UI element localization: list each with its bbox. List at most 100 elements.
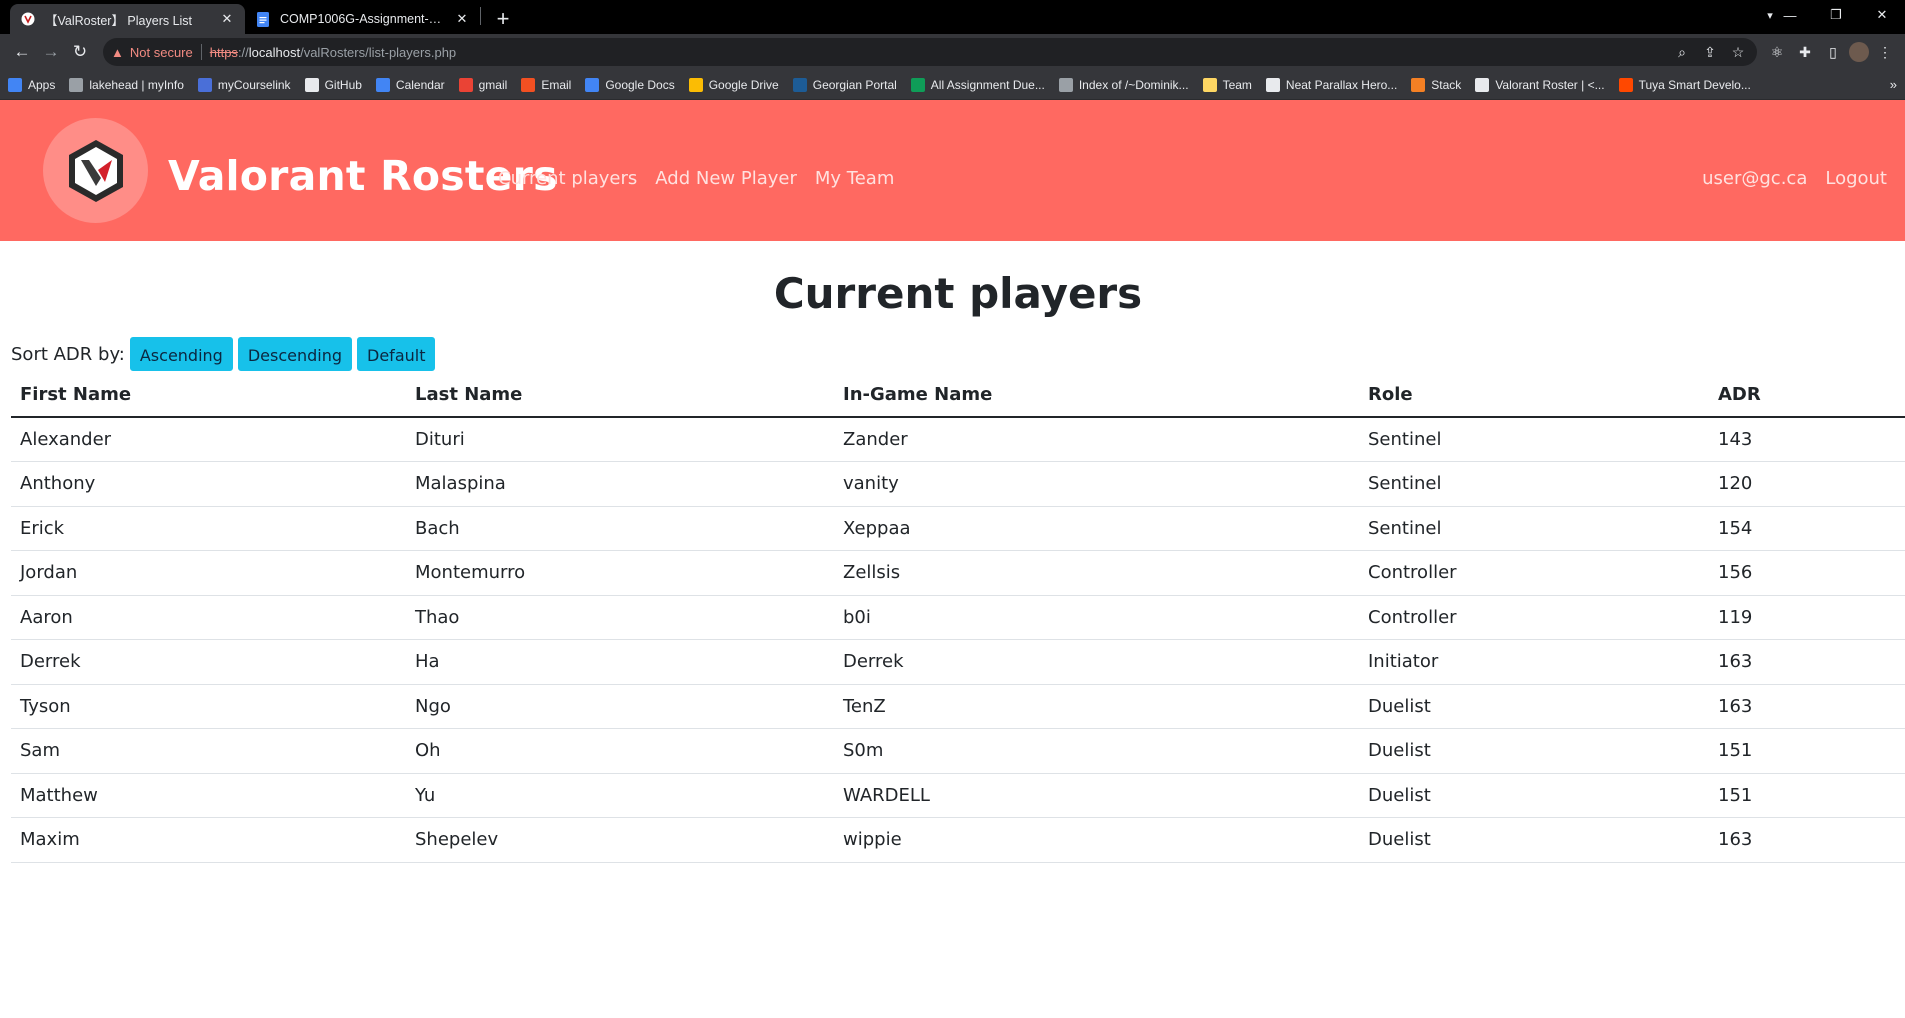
column-header-adr: ADR: [1709, 373, 1905, 418]
cell-adr: 120: [1709, 461, 1905, 507]
cell-first-name: Jordan: [11, 550, 406, 596]
bookmark-item[interactable]: Calendar: [375, 77, 445, 92]
site-header: Valorant Rosters Current players Add New…: [0, 100, 1905, 241]
logout-link[interactable]: Logout: [1825, 168, 1887, 189]
codepen-icon: [1265, 77, 1280, 92]
nav-add-new-player[interactable]: Add New Player: [655, 168, 797, 189]
profile-avatar[interactable]: [1849, 42, 1869, 62]
column-header-role: Role: [1359, 373, 1709, 418]
main-content: Current players Sort ADR by: Ascending D…: [0, 269, 1905, 863]
nav-my-team[interactable]: My Team: [815, 168, 894, 189]
side-panel-icon[interactable]: ▯: [1821, 40, 1845, 64]
new-tab-plus-icon[interactable]: +: [489, 5, 517, 33]
drive-icon: [688, 77, 703, 92]
extensions-puzzle-icon[interactable]: ✚: [1793, 40, 1817, 64]
tab-close-icon[interactable]: ✕: [454, 11, 470, 27]
bookmark-label: Calendar: [395, 77, 445, 92]
cell-last-name: Malaspina: [406, 461, 834, 507]
table-row: Erick Bach Xeppaa Sentinel 154: [11, 506, 1905, 551]
bookmark-item[interactable]: Neat Parallax Hero...: [1265, 77, 1397, 92]
address-bar[interactable]: ▲ Not secure https://localhost/valRoster…: [103, 38, 1757, 66]
bookmark-item[interactable]: myCourselink: [197, 77, 291, 92]
url-host: localhost: [248, 44, 301, 60]
bookmark-item[interactable]: Google Docs: [585, 77, 675, 92]
zoom-icon[interactable]: ⌕: [1671, 41, 1693, 63]
window-close-icon[interactable]: ✕: [1859, 0, 1905, 30]
cell-adr: 163: [1709, 639, 1905, 685]
tuya-icon: [1618, 77, 1633, 92]
cell-role: Duelist: [1359, 773, 1709, 818]
bookmark-item[interactable]: lakehead | myInfo: [69, 77, 184, 92]
players-table: First Name Last Name In-Game Name Role A…: [11, 373, 1905, 863]
tab-assignment-doc[interactable]: COMP1006G-Assignment-2-Opt ✕: [245, 4, 480, 34]
bookmarks-bar: Apps lakehead | myInfo myCourselink GitHub C…: [0, 70, 1905, 100]
bookmarks-overflow-icon[interactable]: »: [1890, 77, 1897, 92]
bookmark-label: Email: [541, 77, 572, 92]
security-status[interactable]: Not secure: [130, 45, 193, 60]
warning-triangle-icon[interactable]: ▲: [111, 45, 124, 60]
cell-first-name: Anthony: [11, 461, 406, 507]
cell-in-game-name: Zellsis: [834, 550, 1359, 596]
cell-role: Controller: [1359, 550, 1709, 596]
bookmark-item[interactable]: Google Drive: [688, 77, 779, 92]
bookmark-label: GitHub: [324, 77, 362, 92]
bookmark-item[interactable]: Apps: [8, 77, 55, 92]
site-logo[interactable]: [43, 118, 148, 223]
tab-title: 【ValRoster】 Players List: [45, 13, 193, 28]
bookmark-item[interactable]: Email: [521, 77, 572, 92]
bookmark-label: lakehead | myInfo: [89, 77, 184, 92]
google-docs-favicon-icon: [255, 11, 271, 27]
sort-descending-button[interactable]: Descending: [237, 337, 353, 371]
tab-players-list[interactable]: 【ValRoster】 Players List ✕: [10, 4, 245, 34]
bookmark-item[interactable]: Index of /~Dominik...: [1058, 77, 1189, 92]
cell-first-name: Matthew: [11, 773, 406, 818]
url-scheme: https: [209, 44, 238, 60]
cell-in-game-name: S0m: [834, 728, 1359, 774]
bookmark-item[interactable]: GitHub: [304, 77, 362, 92]
cell-adr: 163: [1709, 684, 1905, 729]
cell-last-name: Bach: [406, 506, 834, 551]
reload-icon[interactable]: ↻: [66, 38, 94, 66]
sort-default-button[interactable]: Default: [357, 337, 436, 371]
cell-first-name: Derrek: [11, 639, 406, 685]
extension-react-icon[interactable]: ⚛: [1765, 40, 1789, 64]
user-email-link[interactable]: user@gc.ca: [1702, 168, 1807, 189]
bookmark-item[interactable]: gmail: [458, 77, 507, 92]
restore-icon[interactable]: ❐: [1813, 0, 1859, 30]
cell-in-game-name: TenZ: [834, 684, 1359, 729]
cell-adr: 151: [1709, 728, 1905, 774]
tab-divider: [480, 7, 481, 25]
table-row: Derrek Ha Derrek Initiator 163: [11, 639, 1905, 685]
bookmark-item[interactable]: Stack: [1411, 77, 1461, 92]
back-arrow-icon[interactable]: ←: [8, 38, 36, 66]
minimize-icon[interactable]: —: [1767, 0, 1813, 30]
table-row: Matthew Yu WARDELL Duelist 151: [11, 773, 1905, 818]
cell-role: Sentinel: [1359, 461, 1709, 507]
menu-kebab-icon[interactable]: ⋮: [1873, 40, 1897, 64]
bookmark-item[interactable]: Valorant Roster | <...: [1475, 77, 1605, 92]
bookmark-item[interactable]: Tuya Smart Develo...: [1618, 77, 1751, 92]
valorant-icon: [1475, 77, 1490, 92]
bookmark-item[interactable]: Team: [1202, 77, 1252, 92]
bookmark-label: All Assignment Due...: [930, 77, 1045, 92]
valorant-logo-icon: [68, 139, 123, 202]
table-row: Aaron Thao b0i Controller 119: [11, 595, 1905, 640]
cell-last-name: Ngo: [406, 684, 834, 729]
globe-icon: [1058, 77, 1073, 92]
nav-current-players[interactable]: Current players: [498, 168, 637, 189]
cell-role: Initiator: [1359, 639, 1709, 685]
cell-last-name: Yu: [406, 773, 834, 818]
column-header-last-name: Last Name: [406, 373, 834, 418]
forward-arrow-icon[interactable]: →: [37, 38, 65, 66]
main-nav: Current players Add New Player My Team: [498, 168, 894, 189]
bookmark-star-icon[interactable]: ☆: [1727, 41, 1749, 63]
cell-role: Duelist: [1359, 684, 1709, 729]
cell-adr: 151: [1709, 773, 1905, 818]
tab-close-icon[interactable]: ✕: [219, 11, 235, 27]
sort-controls: Sort ADR by: Ascending Descending Defaul…: [11, 337, 1905, 371]
bookmark-item[interactable]: All Assignment Due...: [910, 77, 1045, 92]
share-icon[interactable]: ⇪: [1699, 41, 1721, 63]
bookmark-item[interactable]: Georgian Portal: [792, 77, 897, 92]
sort-ascending-button[interactable]: Ascending: [129, 337, 233, 371]
browser-tab-bar: 【ValRoster】 Players List ✕ COMP1006G-Ass…: [0, 0, 1905, 34]
